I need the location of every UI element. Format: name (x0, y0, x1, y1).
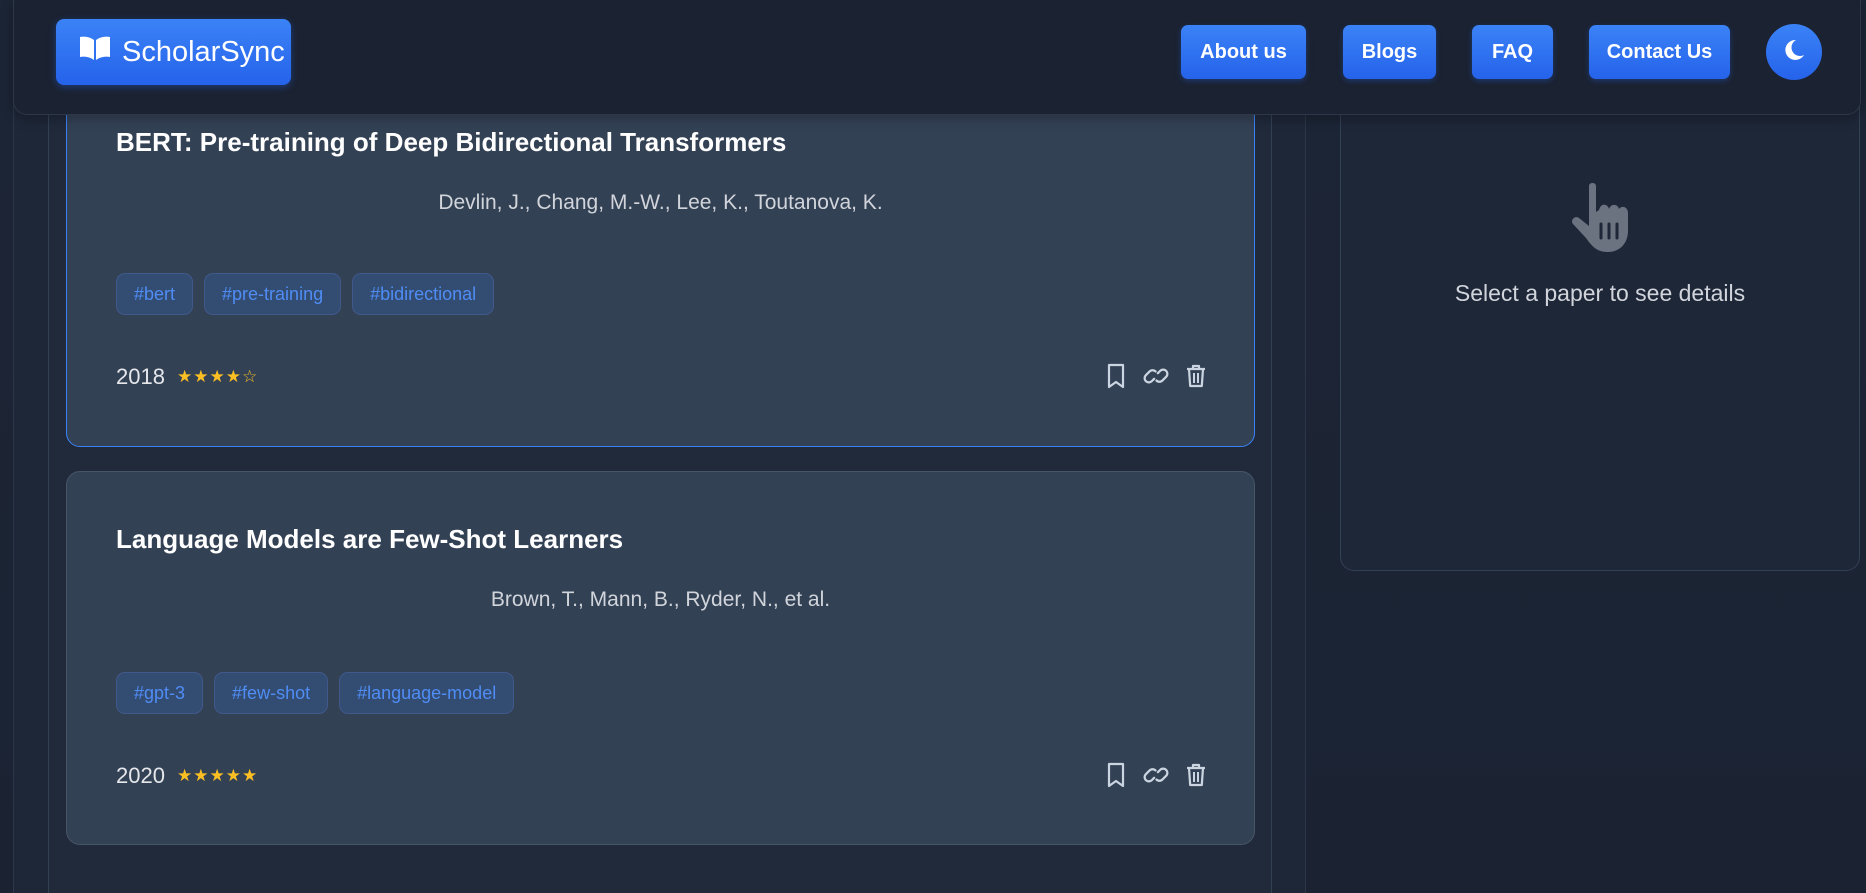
card-actions (1103, 762, 1209, 788)
paper-detail-panel: Select a paper to see details (1340, 100, 1860, 571)
paper-authors: Brown, T., Mann, B., Ryder, N., et al. (490, 588, 831, 611)
logo-text: ScholarSync (122, 35, 285, 68)
nav-faq-button[interactable]: FAQ (1472, 25, 1553, 79)
tag-list: #bert #pre-training #bidirectional (116, 273, 495, 315)
rating-stars: ★★★★★ (177, 766, 259, 786)
nav-blogs-button[interactable]: Blogs (1343, 25, 1436, 79)
tag-chip[interactable]: #bert (116, 273, 194, 315)
moon-icon (1782, 38, 1806, 66)
tag-list: #gpt-3 #few-shot #language-model (116, 672, 515, 714)
tag-chip[interactable]: #bidirectional (352, 273, 495, 315)
book-open-icon (78, 34, 122, 70)
card-actions (1103, 363, 1209, 389)
tag-chip[interactable]: #few-shot (214, 672, 329, 714)
detail-placeholder-text: Select a paper to see details (1454, 280, 1746, 306)
paper-card[interactable]: BERT: Pre-training of Deep Bidirectional… (66, 84, 1255, 447)
paper-year: 2020 (116, 763, 165, 788)
nav-contact-button[interactable]: Contact Us (1589, 25, 1730, 79)
paper-year: 2018 (116, 364, 165, 389)
logo-button[interactable]: ScholarSync (56, 19, 291, 85)
paper-title: BERT: Pre-training of Deep Bidirectional… (116, 127, 787, 157)
tag-chip[interactable]: #pre-training (204, 273, 342, 315)
nav-about-button[interactable]: About us (1181, 25, 1306, 79)
link-icon[interactable] (1143, 363, 1169, 389)
pointer-hand-icon (1567, 180, 1633, 256)
rating-stars: ★★★★☆ (177, 367, 259, 387)
tag-chip[interactable]: #gpt-3 (116, 672, 204, 714)
trash-icon[interactable] (1183, 762, 1209, 788)
bookmark-icon[interactable] (1103, 363, 1129, 389)
paper-title: Language Models are Few-Shot Learners (116, 524, 624, 554)
paper-card[interactable]: Language Models are Few-Shot Learners Br… (66, 471, 1255, 845)
paper-authors: Devlin, J., Chang, M.-W., Lee, K., Touta… (438, 191, 883, 214)
top-navbar: ScholarSync About us Blogs FAQ Contact U… (13, 0, 1861, 115)
theme-toggle-button[interactable] (1766, 24, 1822, 80)
app-page: BERT: Pre-training of Deep Bidirectional… (0, 0, 1866, 893)
tag-chip[interactable]: #language-model (339, 672, 515, 714)
trash-icon[interactable] (1183, 363, 1209, 389)
link-icon[interactable] (1143, 762, 1169, 788)
bookmark-icon[interactable] (1103, 762, 1129, 788)
